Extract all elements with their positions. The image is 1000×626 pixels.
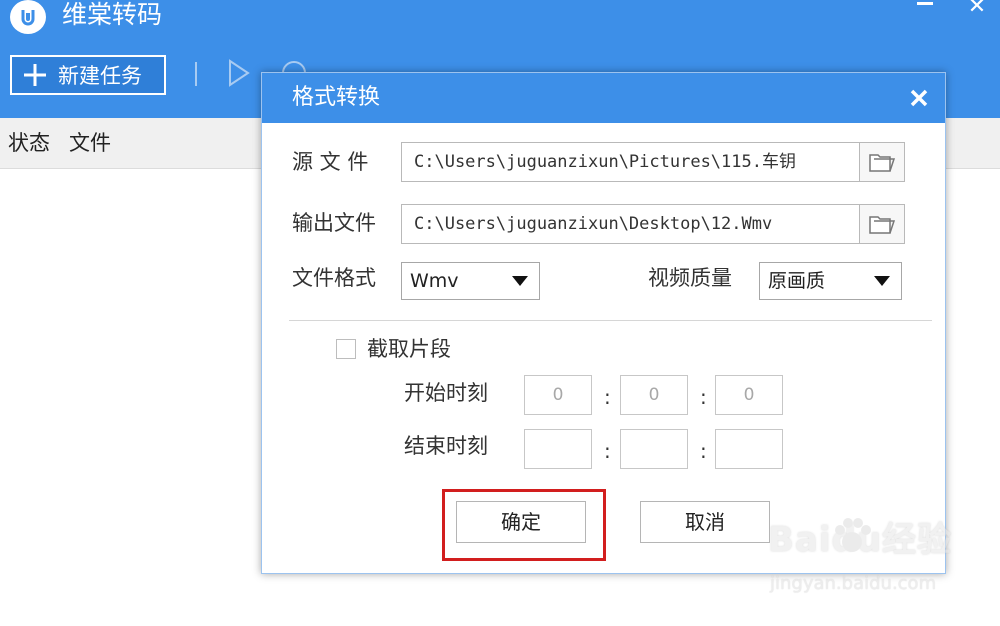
toolbar-separator (195, 62, 197, 86)
caret-down-icon (512, 276, 528, 286)
output-file-path: C:\Users\juguanzixun\Desktop\12.Wmv (414, 214, 773, 234)
source-file-field[interactable]: C:\Users\juguanzixun\Pictures\115.车钥 (401, 142, 905, 182)
app-title: 维棠转码 (62, 0, 163, 29)
new-task-label: 新建任务 (58, 64, 142, 88)
time-separator: : (700, 439, 707, 463)
clip-checkbox[interactable] (336, 339, 356, 359)
file-format-label: 文件格式 (292, 266, 376, 290)
output-file-field[interactable]: C:\Users\juguanzixun\Desktop\12.Wmv (401, 204, 905, 244)
source-browse-button[interactable] (859, 143, 904, 181)
video-quality-label: 视频质量 (648, 266, 732, 290)
start-time-label: 开始时刻 (404, 381, 488, 405)
folder-icon (869, 154, 896, 172)
section-divider (289, 320, 932, 321)
column-file[interactable]: 文件 (69, 129, 111, 157)
time-separator: : (604, 385, 611, 409)
source-file-label: 源 文 件 (292, 150, 369, 174)
new-task-button[interactable]: 新建任务 (10, 55, 166, 95)
clip-label: 截取片段 (367, 337, 451, 361)
time-separator: : (700, 385, 707, 409)
end-second-input[interactable] (715, 429, 783, 469)
start-second-input[interactable]: 0 (715, 375, 783, 415)
watermark-url: jingyan.baidu.com (770, 573, 937, 594)
dialog-close-icon[interactable] (906, 85, 932, 111)
baidu-watermark: Baidu经验 jingyan.baidu.com (768, 518, 958, 610)
column-status[interactable]: 状态 (8, 129, 50, 157)
dialog-title-bar: 格式转换 (262, 73, 945, 123)
file-format-value: Wmv (410, 270, 459, 292)
caret-down-icon (874, 276, 890, 286)
output-browse-button[interactable] (859, 205, 904, 243)
video-quality-value: 原画质 (768, 270, 826, 292)
source-file-path: C:\Users\juguanzixun\Pictures\115.车钥 (414, 152, 796, 172)
cancel-button[interactable]: 取消 (640, 501, 770, 543)
format-convert-dialog: 格式转换 源 文 件 C:\Users\juguanzixun\Pictures… (261, 72, 946, 574)
close-icon[interactable]: ✕ (966, 0, 988, 20)
plus-icon (12, 62, 58, 88)
end-minute-input[interactable] (620, 429, 688, 469)
output-file-label: 输出文件 (292, 211, 376, 235)
play-icon[interactable] (226, 58, 252, 88)
ok-button[interactable]: 确定 (456, 501, 586, 543)
file-format-select[interactable]: Wmv (401, 262, 540, 300)
video-quality-select[interactable]: 原画质 (759, 262, 902, 300)
end-time-label: 结束时刻 (404, 434, 488, 458)
dialog-title: 格式转换 (292, 85, 381, 110)
end-hour-input[interactable] (524, 429, 592, 469)
time-separator: : (604, 439, 611, 463)
paw-icon (835, 518, 871, 552)
minimize-icon[interactable] (917, 0, 935, 20)
start-minute-input[interactable]: 0 (620, 375, 688, 415)
app-logo-icon (10, 0, 46, 34)
folder-icon (869, 216, 896, 234)
start-hour-input[interactable]: 0 (524, 375, 592, 415)
